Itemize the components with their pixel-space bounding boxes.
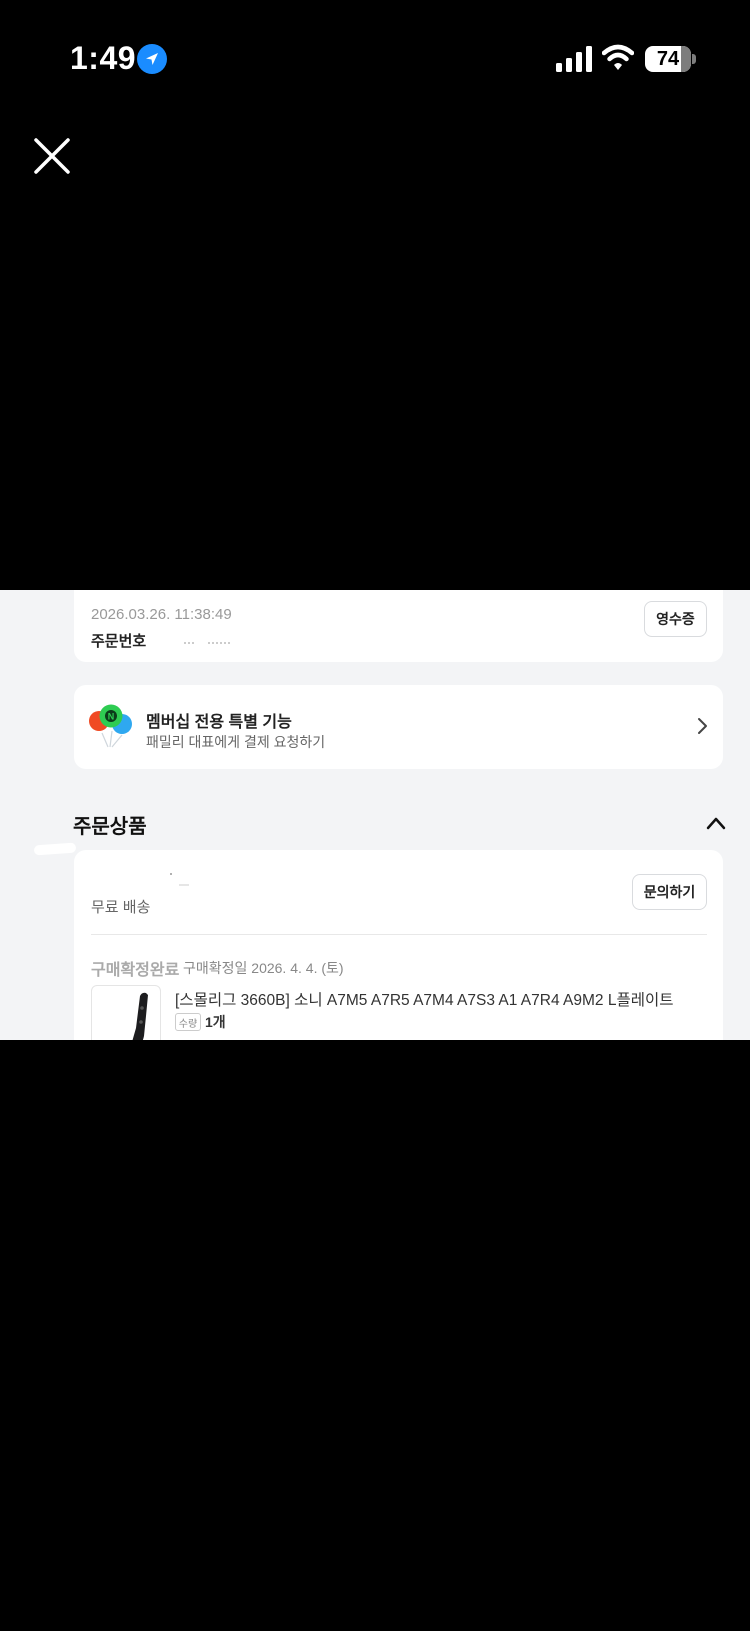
inquiry-button[interactable]: 문의하기 [632, 874, 707, 910]
ordered-items-heading: 주문상품 [73, 816, 147, 838]
svg-text:N: N [108, 712, 115, 722]
battery-level: 74 [656, 47, 680, 70]
ordered-product-card: 무료 배송 문의하기 구매확정완료 구매확정일 2026. 4. 4. (토) … [74, 850, 723, 1040]
membership-subtitle: 패밀리 대표에게 결제 요청하기 [146, 734, 326, 750]
order-info-card: 2026.03.26. 11:38:49 주문번호 2( 영수증 [74, 590, 723, 662]
battery-tip [692, 54, 696, 64]
location-arrow-icon [137, 44, 167, 74]
receipt-button[interactable]: 영수증 [644, 601, 707, 637]
swipe-mark [33, 842, 77, 856]
product-thumbnail[interactable] [91, 985, 161, 1040]
status-time: 1:49 [70, 40, 137, 76]
seller-name-redacted [170, 873, 189, 886]
screenshot-content: 2026.03.26. 11:38:49 주문번호 2( 영수증 N 멤버십 전… [0, 590, 750, 1040]
cellular-signal-icon [556, 46, 592, 72]
purchase-status: 구매확정완료 [91, 962, 180, 979]
status-bar: 1:49 74 [0, 0, 750, 120]
divider [91, 934, 707, 935]
membership-title: 멤버십 전용 특별 기능 [146, 714, 292, 731]
order-number-redaction [150, 630, 260, 650]
chevron-up-icon[interactable] [705, 815, 727, 831]
quantity-value: 1개 [205, 1014, 226, 1030]
membership-card[interactable]: N 멤버십 전용 특별 기능 패밀리 대표에게 결제 요청하기 [74, 685, 723, 769]
order-date: 2026.03.26. 11:38:49 [91, 606, 232, 623]
balloons-icon: N [89, 704, 132, 748]
battery-icon: 74 [645, 46, 691, 72]
wifi-icon [602, 44, 634, 70]
purchase-confirm-date: 구매확정일 2026. 4. 4. (토) [183, 960, 344, 976]
chevron-right-icon [698, 718, 707, 734]
shipping-info: 무료 배송 [91, 899, 151, 916]
quantity-label: 수량 [175, 1013, 201, 1031]
product-name[interactable]: [스몰리그 3660B] 소니 A7M5 A7R5 A7M4 A7S3 A1 A… [175, 988, 673, 1010]
close-icon[interactable] [30, 134, 74, 178]
